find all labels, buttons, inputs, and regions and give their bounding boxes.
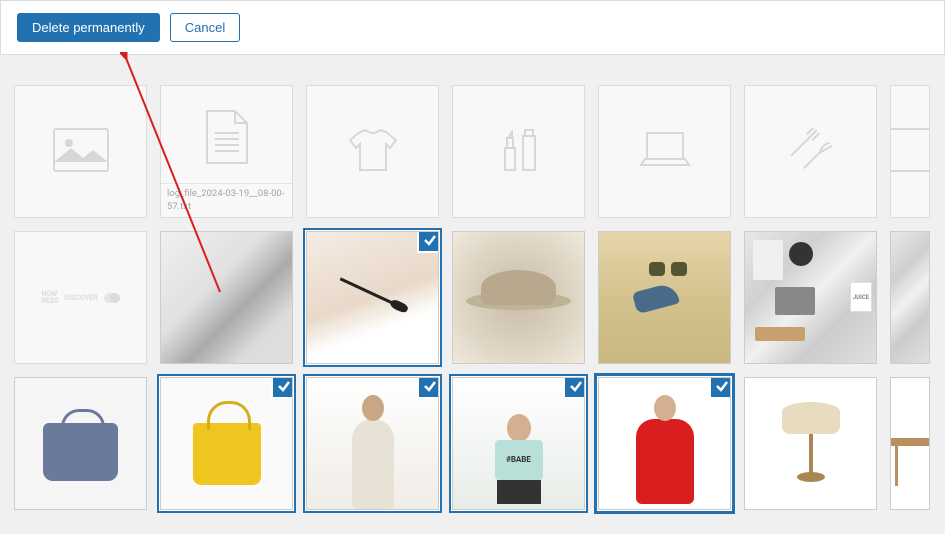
tshirt-icon (348, 128, 398, 176)
laptop-icon (639, 131, 691, 173)
thumbnail (307, 378, 438, 509)
thumbnail (161, 378, 292, 509)
media-item-bw-photo[interactable] (160, 231, 293, 364)
media-item-placeholder-laptop[interactable] (598, 85, 731, 218)
check-icon[interactable] (419, 377, 439, 397)
document-icon (205, 109, 249, 169)
media-item-handbag-blue[interactable] (14, 377, 147, 510)
check-icon[interactable] (711, 377, 731, 397)
media-item-flatlay[interactable]: JUICE (744, 231, 877, 364)
media-item-partial[interactable] (890, 85, 930, 218)
media-grid: log_file_2024-03-19__08-00-57.txt NOWRES… (0, 85, 945, 510)
image-icon (53, 128, 109, 176)
media-item-placeholder-image[interactable] (14, 85, 147, 218)
thumbnail: JUICE (745, 232, 876, 363)
media-item-cosmetics[interactable] (306, 231, 439, 364)
thumbnail (453, 232, 584, 363)
media-item-model-1[interactable] (306, 377, 439, 510)
thumbnail (599, 378, 730, 509)
media-item-placeholder-tshirt[interactable] (306, 85, 439, 218)
thumbnail (745, 378, 876, 509)
thumbnail (891, 378, 929, 509)
media-item-lamp[interactable] (744, 377, 877, 510)
media-item-placeholder-cutlery[interactable] (744, 85, 877, 218)
thumbnail: #BABE (453, 378, 584, 509)
media-item-handbag-yellow[interactable] (160, 377, 293, 510)
cancel-button[interactable]: Cancel (170, 13, 240, 42)
lipstick-icon (499, 128, 539, 176)
check-icon[interactable] (273, 377, 293, 397)
delete-permanently-button[interactable]: Delete permanently (17, 13, 160, 42)
action-toolbar: Delete permanently Cancel (0, 0, 945, 55)
media-item-placeholder-lipstick[interactable] (452, 85, 585, 218)
thumbnail (307, 232, 438, 363)
payment-logos: NOWRESS DISCOVER (41, 291, 119, 305)
thumbnail (599, 232, 730, 363)
media-item-hat[interactable] (452, 231, 585, 364)
media-item-model-red-coat[interactable] (598, 377, 731, 510)
media-item-partial[interactable] (890, 377, 930, 510)
image-icon (890, 128, 930, 176)
media-item-beach[interactable] (598, 231, 731, 364)
media-item-placeholder-document[interactable]: log_file_2024-03-19__08-00-57.txt (160, 85, 293, 218)
check-icon[interactable] (565, 377, 585, 397)
cutlery-icon (789, 128, 833, 176)
media-item-model-2[interactable]: #BABE (452, 377, 585, 510)
check-icon[interactable] (419, 231, 439, 251)
media-caption: log_file_2024-03-19__08-00-57.txt (161, 183, 292, 217)
thumbnail (891, 232, 929, 363)
media-item-payment-logos[interactable]: NOWRESS DISCOVER (14, 231, 147, 364)
thumbnail (161, 232, 292, 363)
media-item-partial[interactable] (890, 231, 930, 364)
thumbnail (15, 378, 146, 509)
